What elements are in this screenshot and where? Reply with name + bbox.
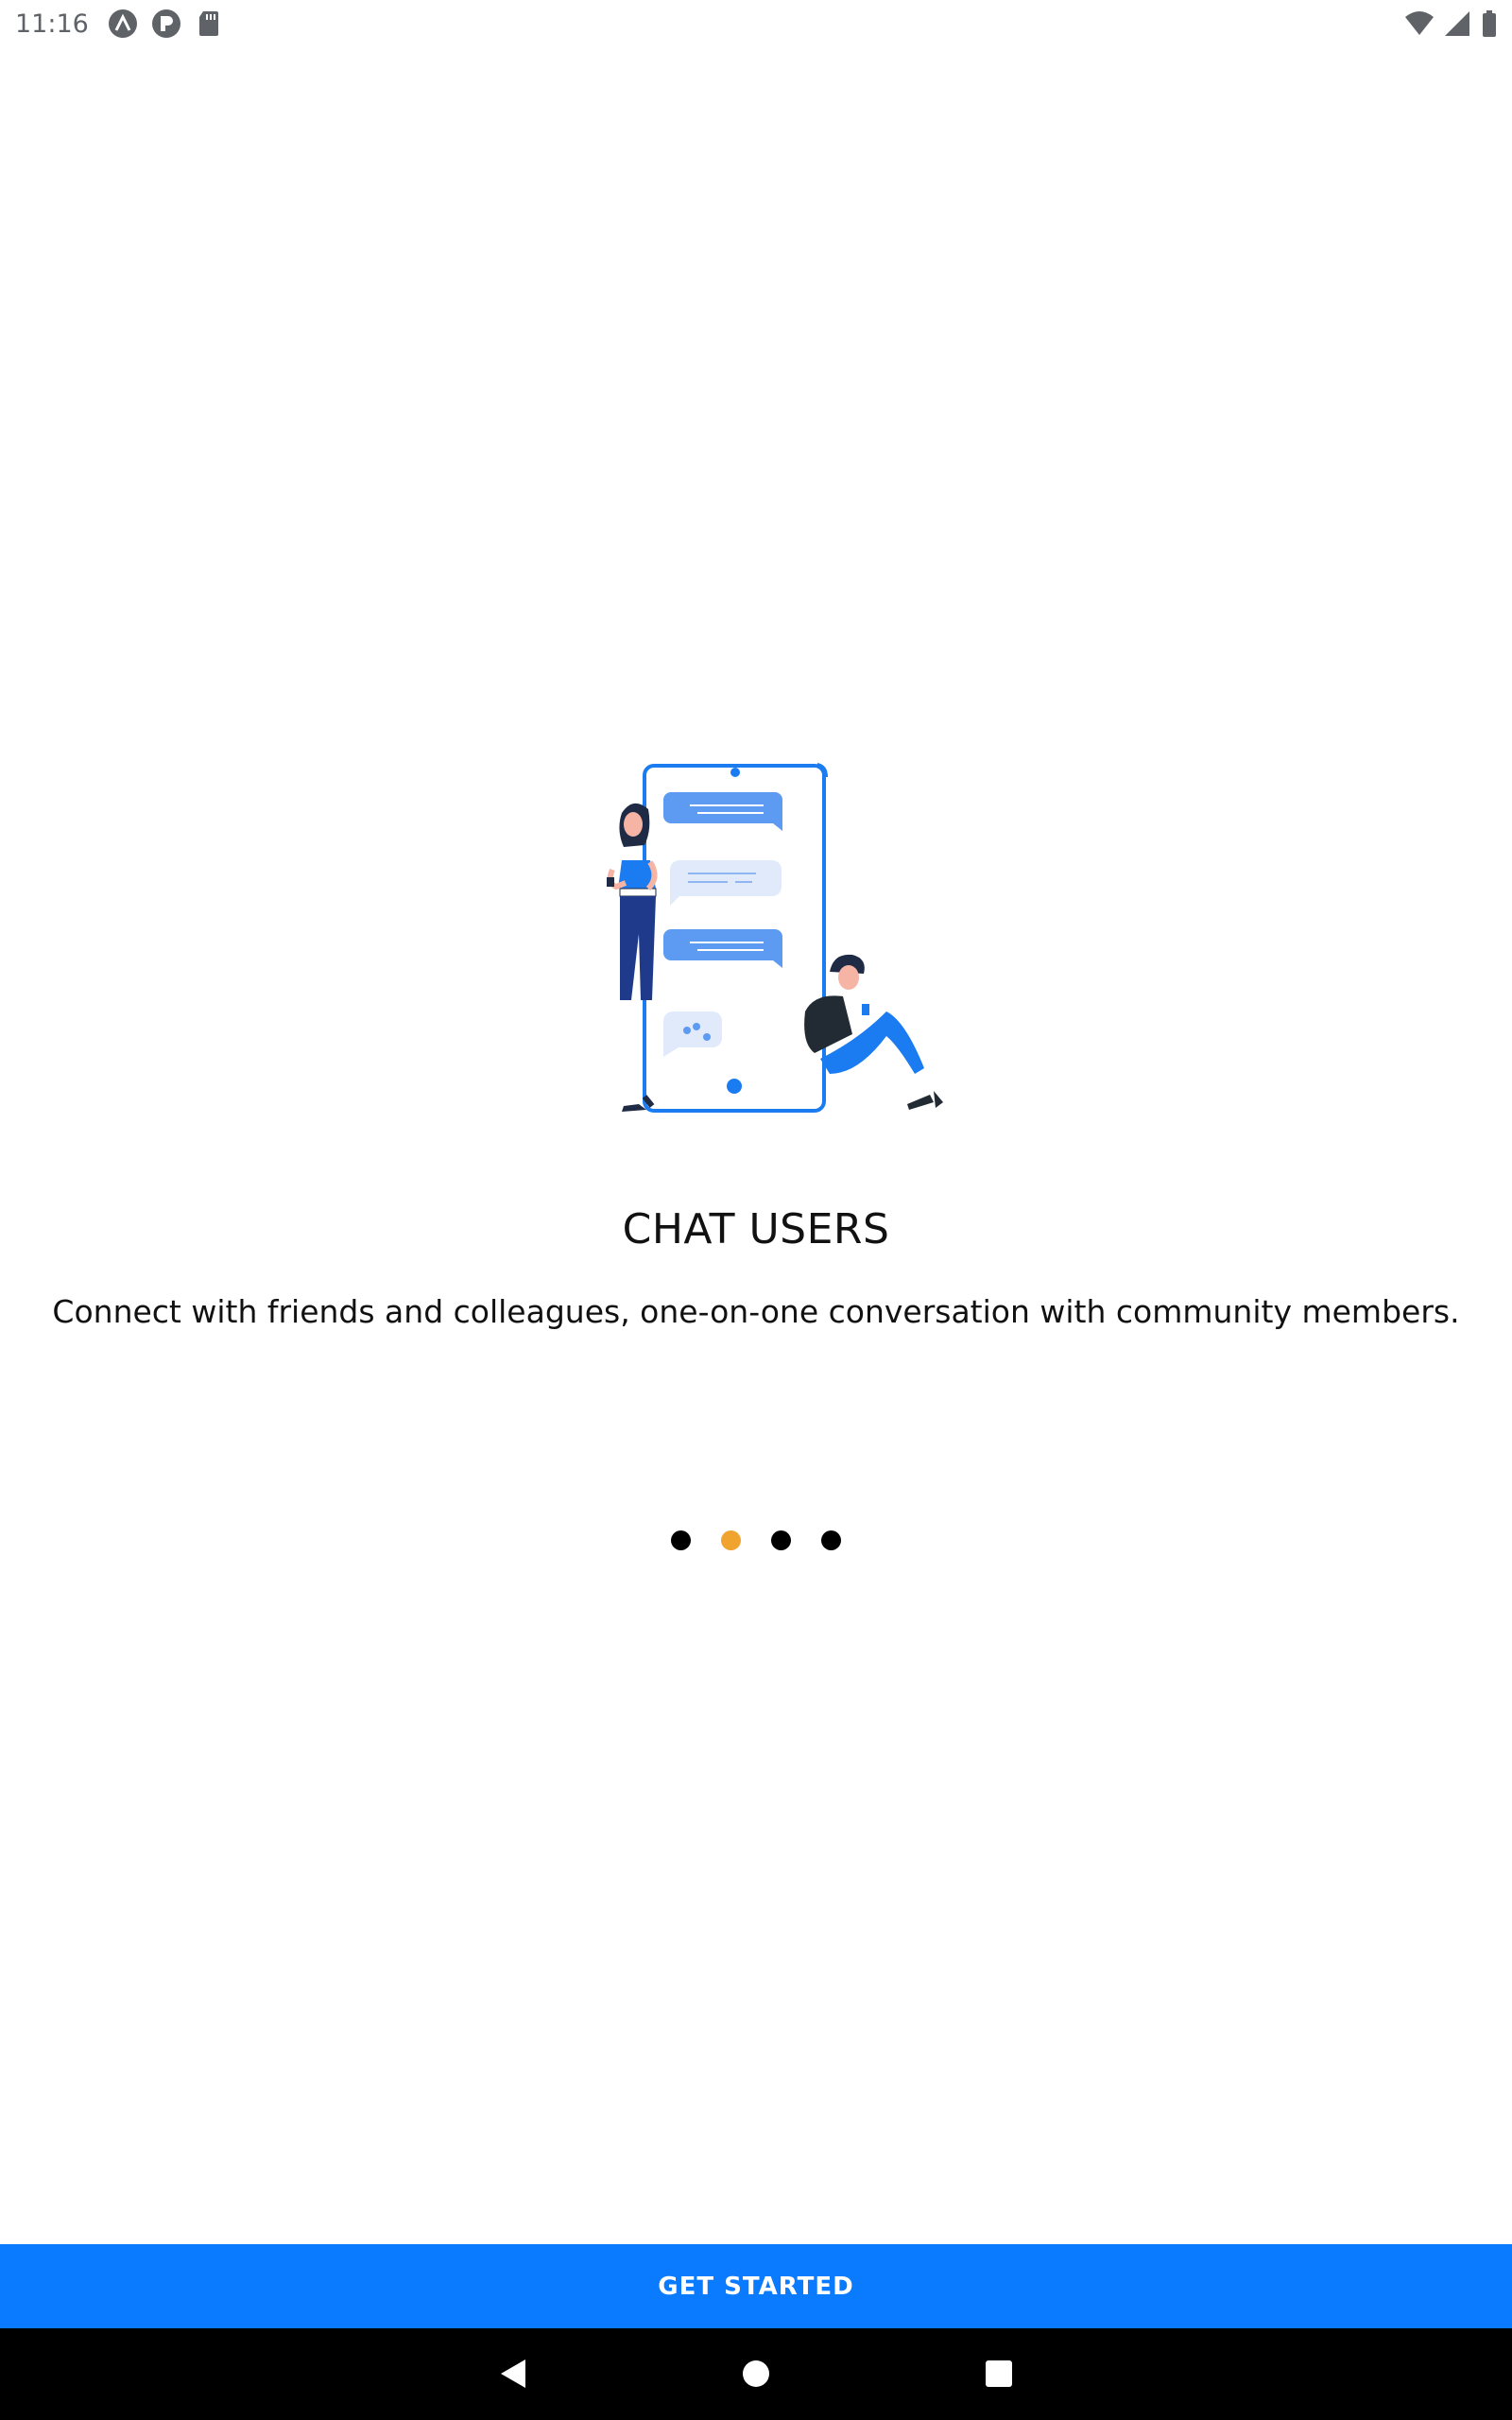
status-bar: 11:16 [0,0,1512,47]
page-dot-2-active[interactable] [721,1530,741,1550]
status-time: 11:16 [15,9,89,39]
app-icon-p [151,9,181,39]
page-dot-4[interactable] [821,1530,841,1550]
battery-icon [1480,9,1499,39]
home-icon[interactable] [737,2355,775,2393]
page-dot-1[interactable] [671,1530,691,1550]
app-icon-a [108,9,138,39]
page-dot-3[interactable] [771,1530,791,1550]
onboarding-screen: 11:16 CHAT USERS Connect with friends an… [0,0,1512,2420]
navigation-bar [0,2328,1512,2420]
sd-card-icon [195,9,225,39]
onboarding-description: Connect with friends and colleagues, one… [52,1293,1460,1330]
onboarding-title: CHAT USERS [622,1205,890,1253]
status-left: 11:16 [15,9,225,39]
page-indicator [0,1530,1512,1550]
wifi-icon [1404,9,1435,39]
signal-icon [1442,9,1472,39]
status-right [1404,9,1499,39]
chat-illustration [586,756,983,1125]
recents-icon[interactable] [980,2355,1018,2393]
get-started-button[interactable]: GET STARTED [0,2244,1512,2328]
back-icon[interactable] [494,2355,532,2393]
